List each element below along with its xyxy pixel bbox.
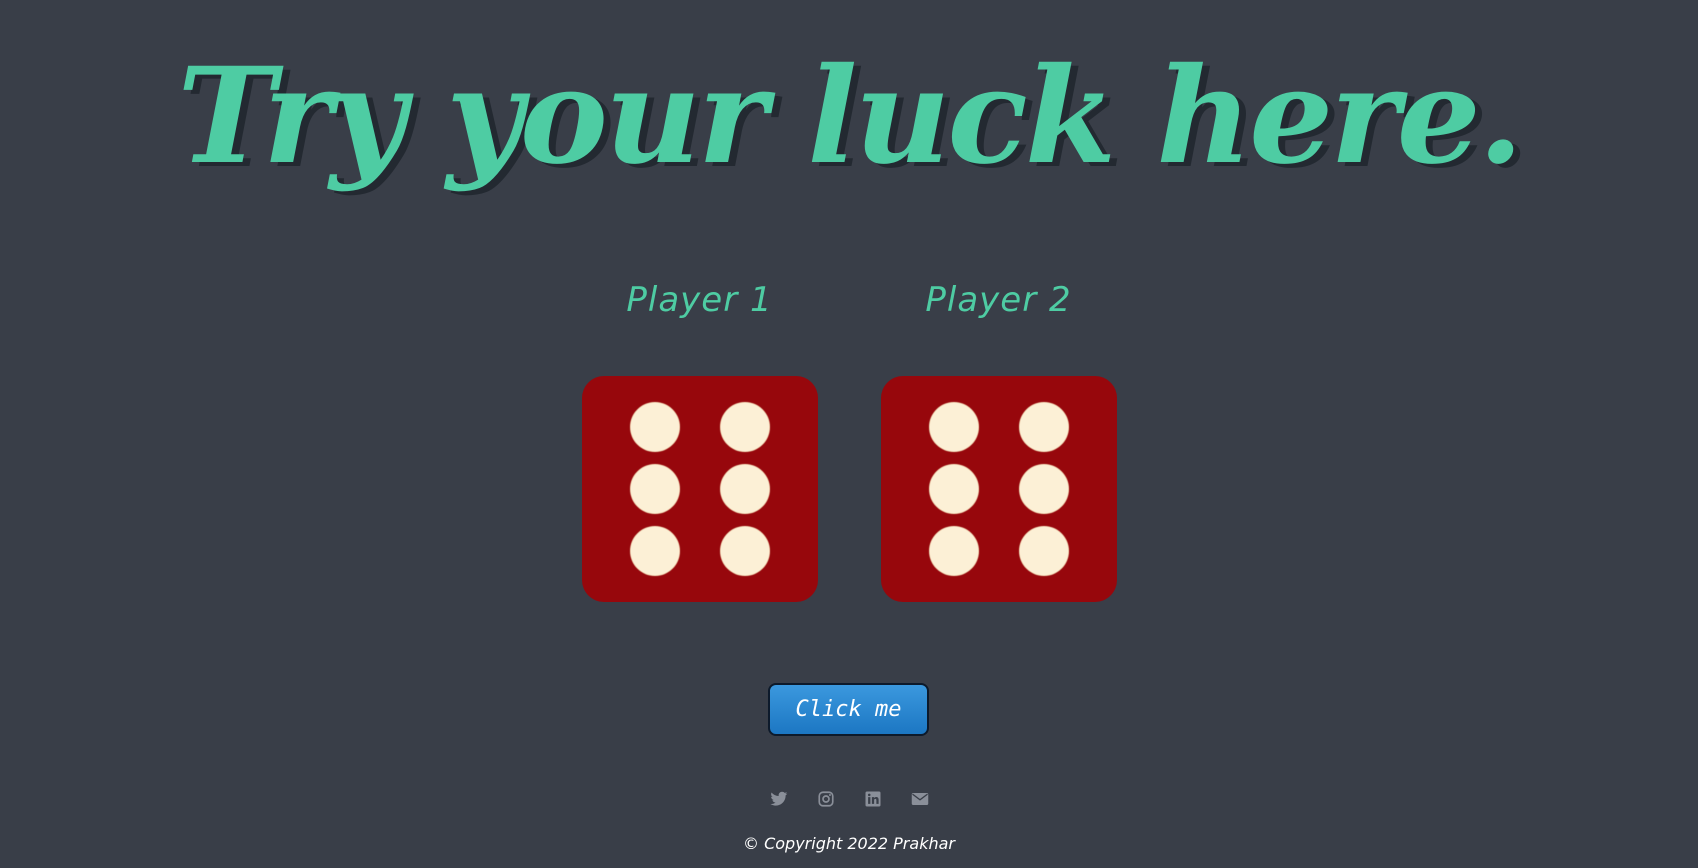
player-1-name: Player 1: [626, 280, 773, 320]
social-links: [0, 790, 1698, 808]
player-2-name: Player 2: [925, 280, 1072, 320]
die-pip: [630, 403, 679, 451]
page-title: Try your luck here.: [177, 39, 1523, 194]
roll-dice-button[interactable]: Click me: [768, 683, 929, 736]
player-1: Player 1: [581, 280, 818, 602]
die-pip: [929, 465, 978, 513]
players-container: Player 1 Player 2: [0, 280, 1698, 602]
die-pip: [720, 527, 769, 575]
copyright-text: © Copyright 2022 Prakhar: [743, 834, 955, 853]
die-pip: [929, 403, 978, 451]
die-pip: [720, 403, 769, 451]
die-pip: [1019, 527, 1068, 575]
twitter-icon[interactable]: [769, 790, 788, 808]
die-pip: [630, 465, 679, 513]
die-pip: [1019, 465, 1068, 513]
die-pip: [1019, 403, 1068, 451]
die-pip: [929, 527, 978, 575]
mail-icon[interactable]: [911, 790, 929, 808]
die-pip: [720, 465, 769, 513]
die-pip: [630, 527, 679, 575]
instagram-icon[interactable]: [817, 790, 835, 808]
linkedin-icon[interactable]: [864, 790, 882, 808]
player-2-die: [880, 376, 1117, 602]
player-1-die: [581, 376, 818, 602]
player-2: Player 2: [880, 280, 1117, 602]
